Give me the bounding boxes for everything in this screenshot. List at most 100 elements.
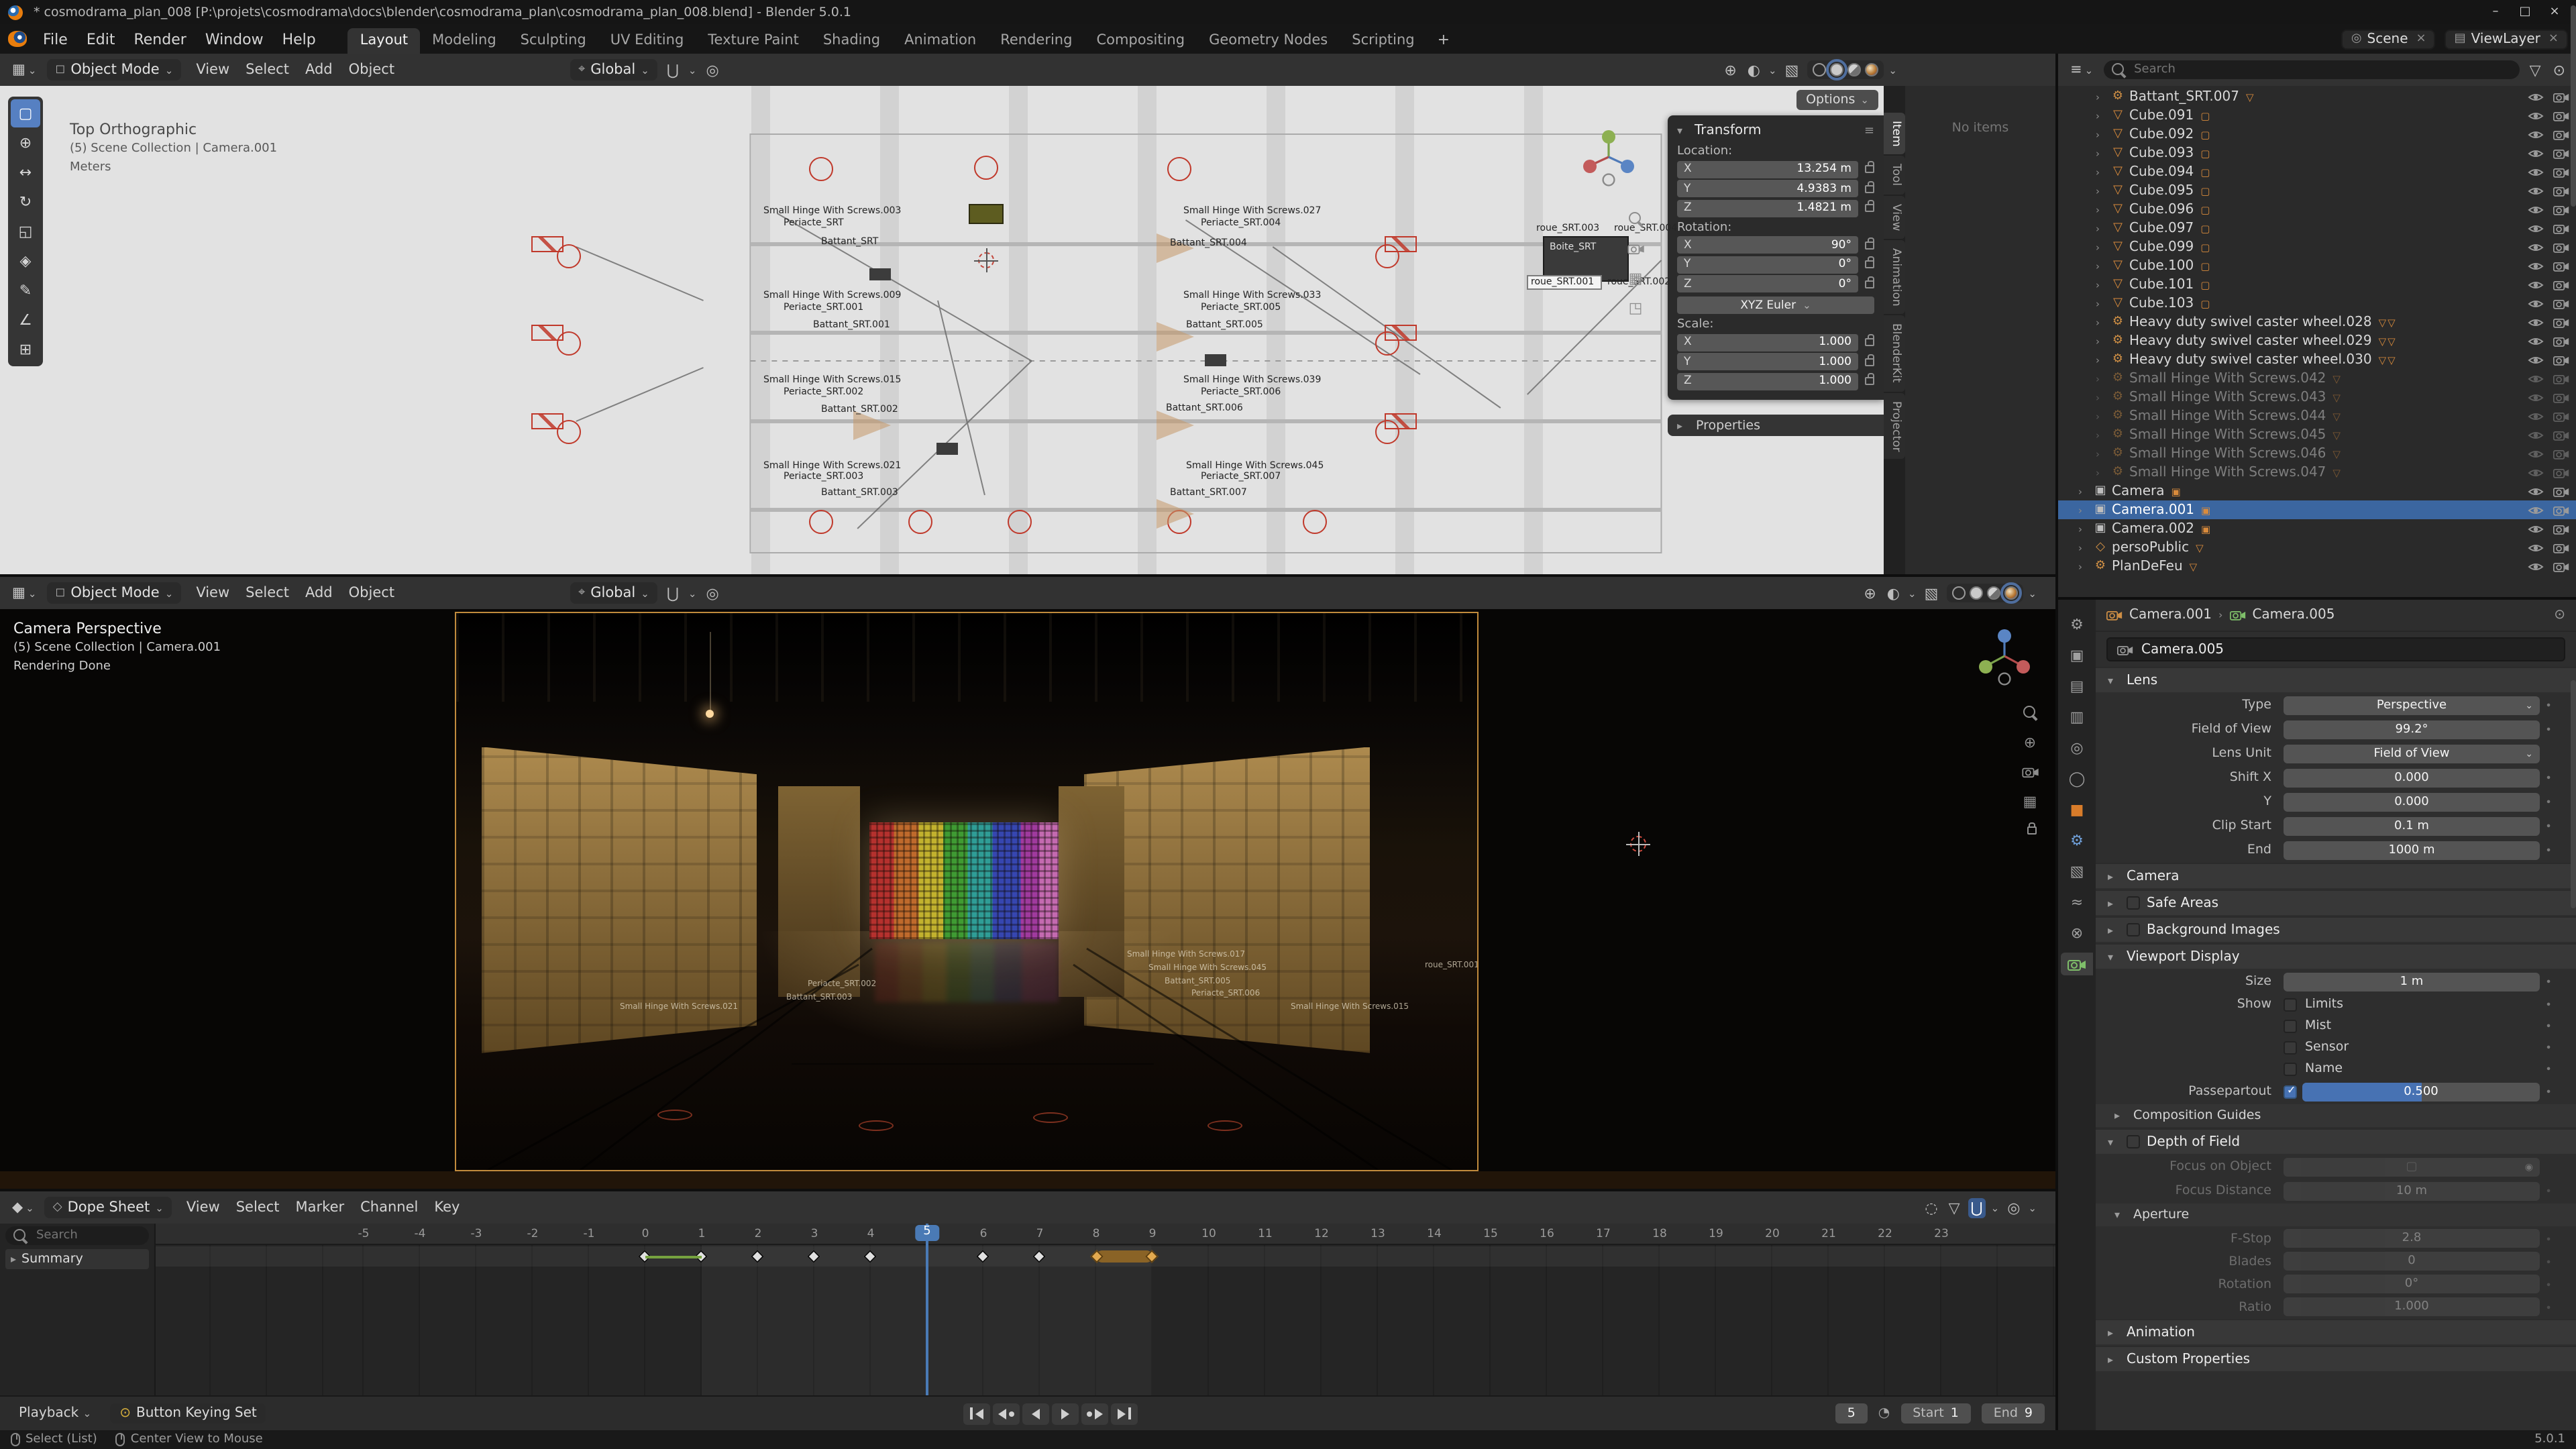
workspace-tab[interactable]: Rendering <box>988 28 1084 54</box>
pin-icon[interactable]: ⊙ <box>2554 608 2565 623</box>
workspace-tab[interactable]: Shading <box>811 28 892 54</box>
menu-item[interactable]: Window <box>196 28 273 50</box>
cursor-tool[interactable]: ⊕ <box>11 129 40 157</box>
show-gizmo-icon[interactable]: ⊕ <box>1861 583 1878 603</box>
lock-icon[interactable] <box>1865 237 1874 249</box>
expand-icon[interactable]: › <box>2096 128 2106 140</box>
location-value-field[interactable]: Y 4.9383 m <box>1677 180 1858 197</box>
viewport-camera-canvas[interactable]: Small Hinge With Screws.017 Small Hinge W… <box>0 609 2055 1189</box>
hide-viewport-icon[interactable] <box>2528 447 2544 460</box>
tab-modifiers[interactable]: ⚙ <box>2061 829 2093 852</box>
rotation-value-field[interactable]: X 90° <box>1677 236 1858 254</box>
ghost-icon[interactable]: ◌ <box>1922 1197 1940 1218</box>
solid-shading-icon[interactable] <box>1969 586 1983 600</box>
hide-viewport-icon[interactable] <box>2528 128 2544 140</box>
hide-viewport-icon[interactable] <box>2528 485 2544 497</box>
clip-end-field[interactable]: 1000 m <box>2284 841 2540 859</box>
menu-item[interactable]: Edit <box>77 28 125 50</box>
hide-viewport-icon[interactable] <box>2528 184 2544 197</box>
previous-keyframe-button[interactable] <box>993 1403 1020 1424</box>
outliner-row[interactable]: › ⚙ Battant_SRT.007 ▽ <box>2058 87 2576 106</box>
sidebar-tab[interactable]: View <box>1884 195 1905 239</box>
hide-viewport-icon[interactable] <box>2528 372 2544 384</box>
breadcrumb-object[interactable]: Camera.001 <box>2129 608 2212 623</box>
dope-menu-item[interactable]: Key <box>426 1197 468 1218</box>
expand-icon[interactable]: › <box>2096 91 2106 103</box>
snap-magnet-icon[interactable]: ⋃ <box>664 583 682 603</box>
passepartout-slider[interactable]: 0.500 <box>2302 1082 2540 1101</box>
expand-icon[interactable]: › <box>2096 447 2106 460</box>
playback-menu[interactable]: Playback ⌄ <box>11 1403 99 1424</box>
outliner-row[interactable]: › ▣ Camera.002 ▣ <box>2058 519 2576 538</box>
scale-value-field[interactable]: Z 1.000 <box>1677 372 1858 390</box>
pan-icon[interactable]: ⊕ <box>2021 733 2039 751</box>
disable-render-icon[interactable] <box>2553 128 2569 140</box>
material-preview-icon[interactable] <box>1986 586 2000 600</box>
hide-viewport-icon[interactable] <box>2528 466 2544 478</box>
viewport-menu-item[interactable]: Select <box>237 59 297 80</box>
outliner-row[interactable]: › ▣ Camera.001 ▣ <box>2058 500 2576 519</box>
keyframe-diamond[interactable] <box>807 1250 820 1263</box>
outliner-row[interactable]: › ▽ Cube.095 ▢ <box>2058 181 2576 200</box>
hide-viewport-icon[interactable] <box>2528 391 2544 403</box>
tab-scene[interactable]: ◎ <box>2061 737 2093 759</box>
lock-view-icon[interactable] <box>2021 821 2039 840</box>
end-frame-field[interactable]: End 9 <box>1981 1403 2045 1424</box>
outliner-row[interactable]: › ◇ persoPublic ▽ <box>2058 538 2576 557</box>
viewport-menu-item[interactable]: View <box>188 582 237 604</box>
viewport-menu-item[interactable]: Object <box>341 59 402 80</box>
sidebar-tab[interactable]: Item <box>1884 113 1905 155</box>
rendered-shading-icon[interactable] <box>2000 582 2022 604</box>
hide-viewport-icon[interactable] <box>2528 241 2544 253</box>
menu-item[interactable]: Render <box>124 28 195 50</box>
outliner-search-input[interactable] <box>2131 62 2512 78</box>
scene-selector[interactable]: ◎ Scene × <box>2341 29 2436 49</box>
transform-orientation-select[interactable]: ⌖ Global ⌄ <box>570 582 657 604</box>
workspace-tab[interactable]: Animation <box>892 28 988 54</box>
filter-icon[interactable]: ▽ <box>1946 1197 1963 1218</box>
lock-icon[interactable] <box>1865 373 1874 385</box>
view-layer-remove-icon[interactable]: × <box>2548 32 2559 46</box>
tab-render[interactable]: ▣ <box>2061 644 2093 667</box>
channel-search-input[interactable] <box>34 1228 127 1244</box>
proportional-edit-icon[interactable]: ◎ <box>703 60 721 80</box>
disable-render-icon[interactable] <box>2553 410 2569 422</box>
collapsed-panel[interactable]: ▸ Background Images <box>2096 916 2576 942</box>
hide-viewport-icon[interactable] <box>2528 560 2544 572</box>
collapsed-panel[interactable]: ▸ Safe Areas <box>2096 890 2576 915</box>
hide-viewport-icon[interactable] <box>2528 147 2544 159</box>
location-value-field[interactable]: X 13.254 m <box>1677 160 1858 178</box>
workspace-tab[interactable]: Texture Paint <box>696 28 811 54</box>
outliner-row[interactable]: › ⚙ Small Hinge With Screws.046 ▽ <box>2058 444 2576 463</box>
panel-aperture[interactable]: ▾ Aperture <box>2096 1203 2576 1226</box>
add-primitive-tool[interactable]: ⊞ <box>11 335 40 364</box>
lock-icon[interactable] <box>1865 161 1874 173</box>
outliner-options-icon[interactable]: ⊙ <box>2551 60 2568 80</box>
outliner-row[interactable]: › ▽ Cube.091 ▢ <box>2058 106 2576 125</box>
lock-icon[interactable] <box>1865 256 1874 268</box>
expand-icon[interactable]: › <box>2096 297 2106 309</box>
scale-value-field[interactable]: Y 1.000 <box>1677 353 1858 370</box>
clip-start-field[interactable]: 0.1 m <box>2284 816 2540 835</box>
camera-view-icon[interactable] <box>1626 239 1645 258</box>
outliner-row[interactable]: › ⚙ PlanDeFeu ▽ <box>2058 557 2576 576</box>
measure-tool[interactable]: ∠ <box>11 306 40 334</box>
tab-tool[interactable]: ⚙ <box>2061 613 2093 636</box>
dope-menu-item[interactable]: Channel <box>352 1197 426 1218</box>
zoom-icon[interactable] <box>2021 703 2039 722</box>
mode-select[interactable]: ◻ Object Mode ⌄ <box>47 582 182 604</box>
outliner-row[interactable]: › ⚙ Heavy duty swivel caster wheel.030 ▽… <box>2058 350 2576 369</box>
disable-render-icon[interactable] <box>2553 372 2569 384</box>
rotation-mode-dropdown[interactable]: XYZ Euler ⌄ <box>1677 297 1874 314</box>
expand-icon[interactable]: › <box>2078 560 2089 572</box>
expand-icon[interactable]: › <box>2096 278 2106 290</box>
workspace-tab[interactable]: Scripting <box>1340 28 1426 54</box>
zoom-icon[interactable] <box>1626 209 1645 228</box>
hide-viewport-icon[interactable] <box>2528 260 2544 272</box>
viewport-menu-item[interactable]: Add <box>297 59 341 80</box>
expand-icon[interactable]: › <box>2096 372 2106 384</box>
lock-icon[interactable] <box>1865 354 1874 366</box>
overlays-icon[interactable]: ◐ <box>1884 583 1902 603</box>
dope-timeline[interactable]: -5-4-3-2-1012345678910111213141516171819… <box>156 1224 2055 1395</box>
disable-render-icon[interactable] <box>2553 91 2569 103</box>
